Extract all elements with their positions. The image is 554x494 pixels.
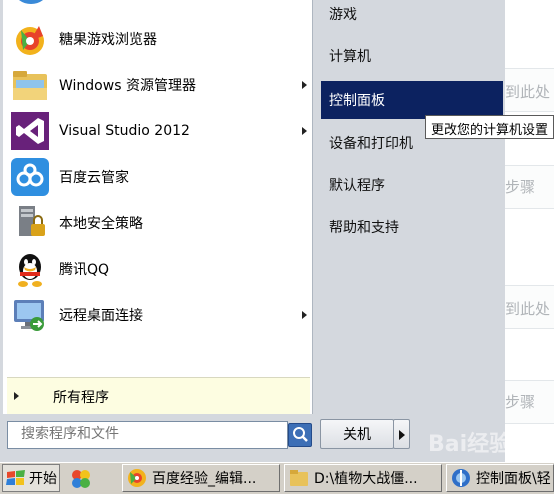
arrow-right-icon	[399, 430, 405, 440]
start-menu: 糖果游戏浏览器 Windows 资源管理器 Visual Studio 2012	[0, 0, 505, 462]
program-label: 远程桌面连接	[59, 308, 143, 324]
windows-logo-icon	[6, 470, 25, 485]
folder-icon	[290, 470, 308, 486]
program-item-visual-studio[interactable]: Visual Studio 2012	[11, 109, 311, 153]
background-row: 步骤	[505, 380, 554, 424]
background-text: 步骤	[505, 393, 536, 411]
taskbar-button-label: 百度经验_编辑...	[152, 471, 257, 487]
program-item-candy-browser[interactable]: 糖果游戏浏览器	[11, 17, 311, 61]
place-item-control-panel[interactable]: 控制面板	[321, 81, 503, 119]
program-label: Windows 资源管理器	[59, 78, 196, 94]
qq-penguin-icon	[18, 254, 42, 287]
arrow-right-icon	[14, 392, 19, 400]
background-row: 到此处	[505, 285, 554, 329]
taskbar-button-control-panel[interactable]: 控制面板\轻	[446, 464, 554, 492]
program-label: 糖果游戏浏览器	[59, 32, 157, 48]
background-text: 到此处	[505, 83, 551, 101]
submenu-arrow-icon	[302, 81, 307, 89]
background-row: 到此处	[505, 68, 554, 112]
search-input[interactable]	[8, 422, 281, 446]
place-item-help-support[interactable]: 帮助和支持	[321, 208, 503, 246]
submenu-arrow-icon	[302, 311, 307, 319]
place-item-games[interactable]: 游戏	[321, 0, 503, 33]
all-programs-label: 所有程序	[53, 390, 109, 406]
start-button[interactable]: 开始	[2, 464, 60, 492]
program-item-baidu-cloud[interactable]: 百度云管家	[11, 155, 311, 199]
control-panel-icon	[452, 469, 470, 487]
submenu-arrow-icon	[302, 127, 307, 135]
background-row: 步骤	[505, 165, 554, 209]
candy-browser-icon	[16, 26, 44, 55]
program-label: 本地安全策略	[59, 216, 143, 232]
security-policy-icon	[19, 206, 45, 236]
search-box[interactable]	[7, 421, 288, 449]
search-icon	[293, 427, 308, 442]
background-page: 到此处 步骤 到此处 步骤	[505, 0, 554, 462]
search-button[interactable]	[288, 423, 312, 447]
programs-pane: 糖果游戏浏览器 Windows 资源管理器 Visual Studio 2012	[3, 0, 313, 414]
browser-icon	[128, 469, 146, 487]
program-item-qq[interactable]: 腾讯QQ	[11, 247, 311, 291]
program-item-security-policy[interactable]: 本地安全策略	[11, 201, 311, 245]
partial-app-icon	[19, 0, 43, 4]
program-label: 百度云管家	[59, 170, 129, 186]
places-pane: 游戏 计算机 控制面板 设备和打印机 默认程序 帮助和支持	[316, 0, 503, 414]
remote-desktop-icon	[14, 300, 44, 331]
program-item-windows-explorer[interactable]: Windows 资源管理器	[11, 63, 311, 107]
taskbar-button-baidu[interactable]: 百度经验_编辑...	[122, 464, 280, 492]
visual-studio-icon	[11, 112, 49, 150]
taskbar-button-folder[interactable]: D:\植物大战僵...	[284, 464, 442, 492]
start-label: 开始	[29, 471, 57, 487]
place-item-default-programs[interactable]: 默认程序	[321, 166, 503, 204]
place-item-computer[interactable]: 计算机	[321, 37, 503, 75]
control-panel-tooltip: 更改您的计算机设置	[425, 115, 554, 139]
shutdown-options-button[interactable]	[393, 419, 410, 449]
quick-launch-icon[interactable]	[70, 468, 92, 490]
baidu-cloud-icon	[11, 158, 49, 196]
all-programs-button[interactable]: 所有程序	[7, 377, 310, 414]
background-text: 步骤	[505, 178, 536, 196]
taskbar-button-label: 控制面板\轻	[476, 471, 551, 487]
program-label: Visual Studio 2012	[59, 123, 190, 139]
background-text: 到此处	[505, 300, 551, 318]
program-label: 腾讯QQ	[59, 262, 110, 278]
program-item-remote-desktop[interactable]: 远程桌面连接	[11, 293, 311, 337]
folder-explorer-icon	[13, 71, 47, 100]
baidu-watermark: Bai经验	[428, 432, 512, 457]
taskbar-button-label: D:\植物大战僵...	[314, 471, 418, 487]
shutdown-button[interactable]: 关机	[320, 419, 394, 449]
